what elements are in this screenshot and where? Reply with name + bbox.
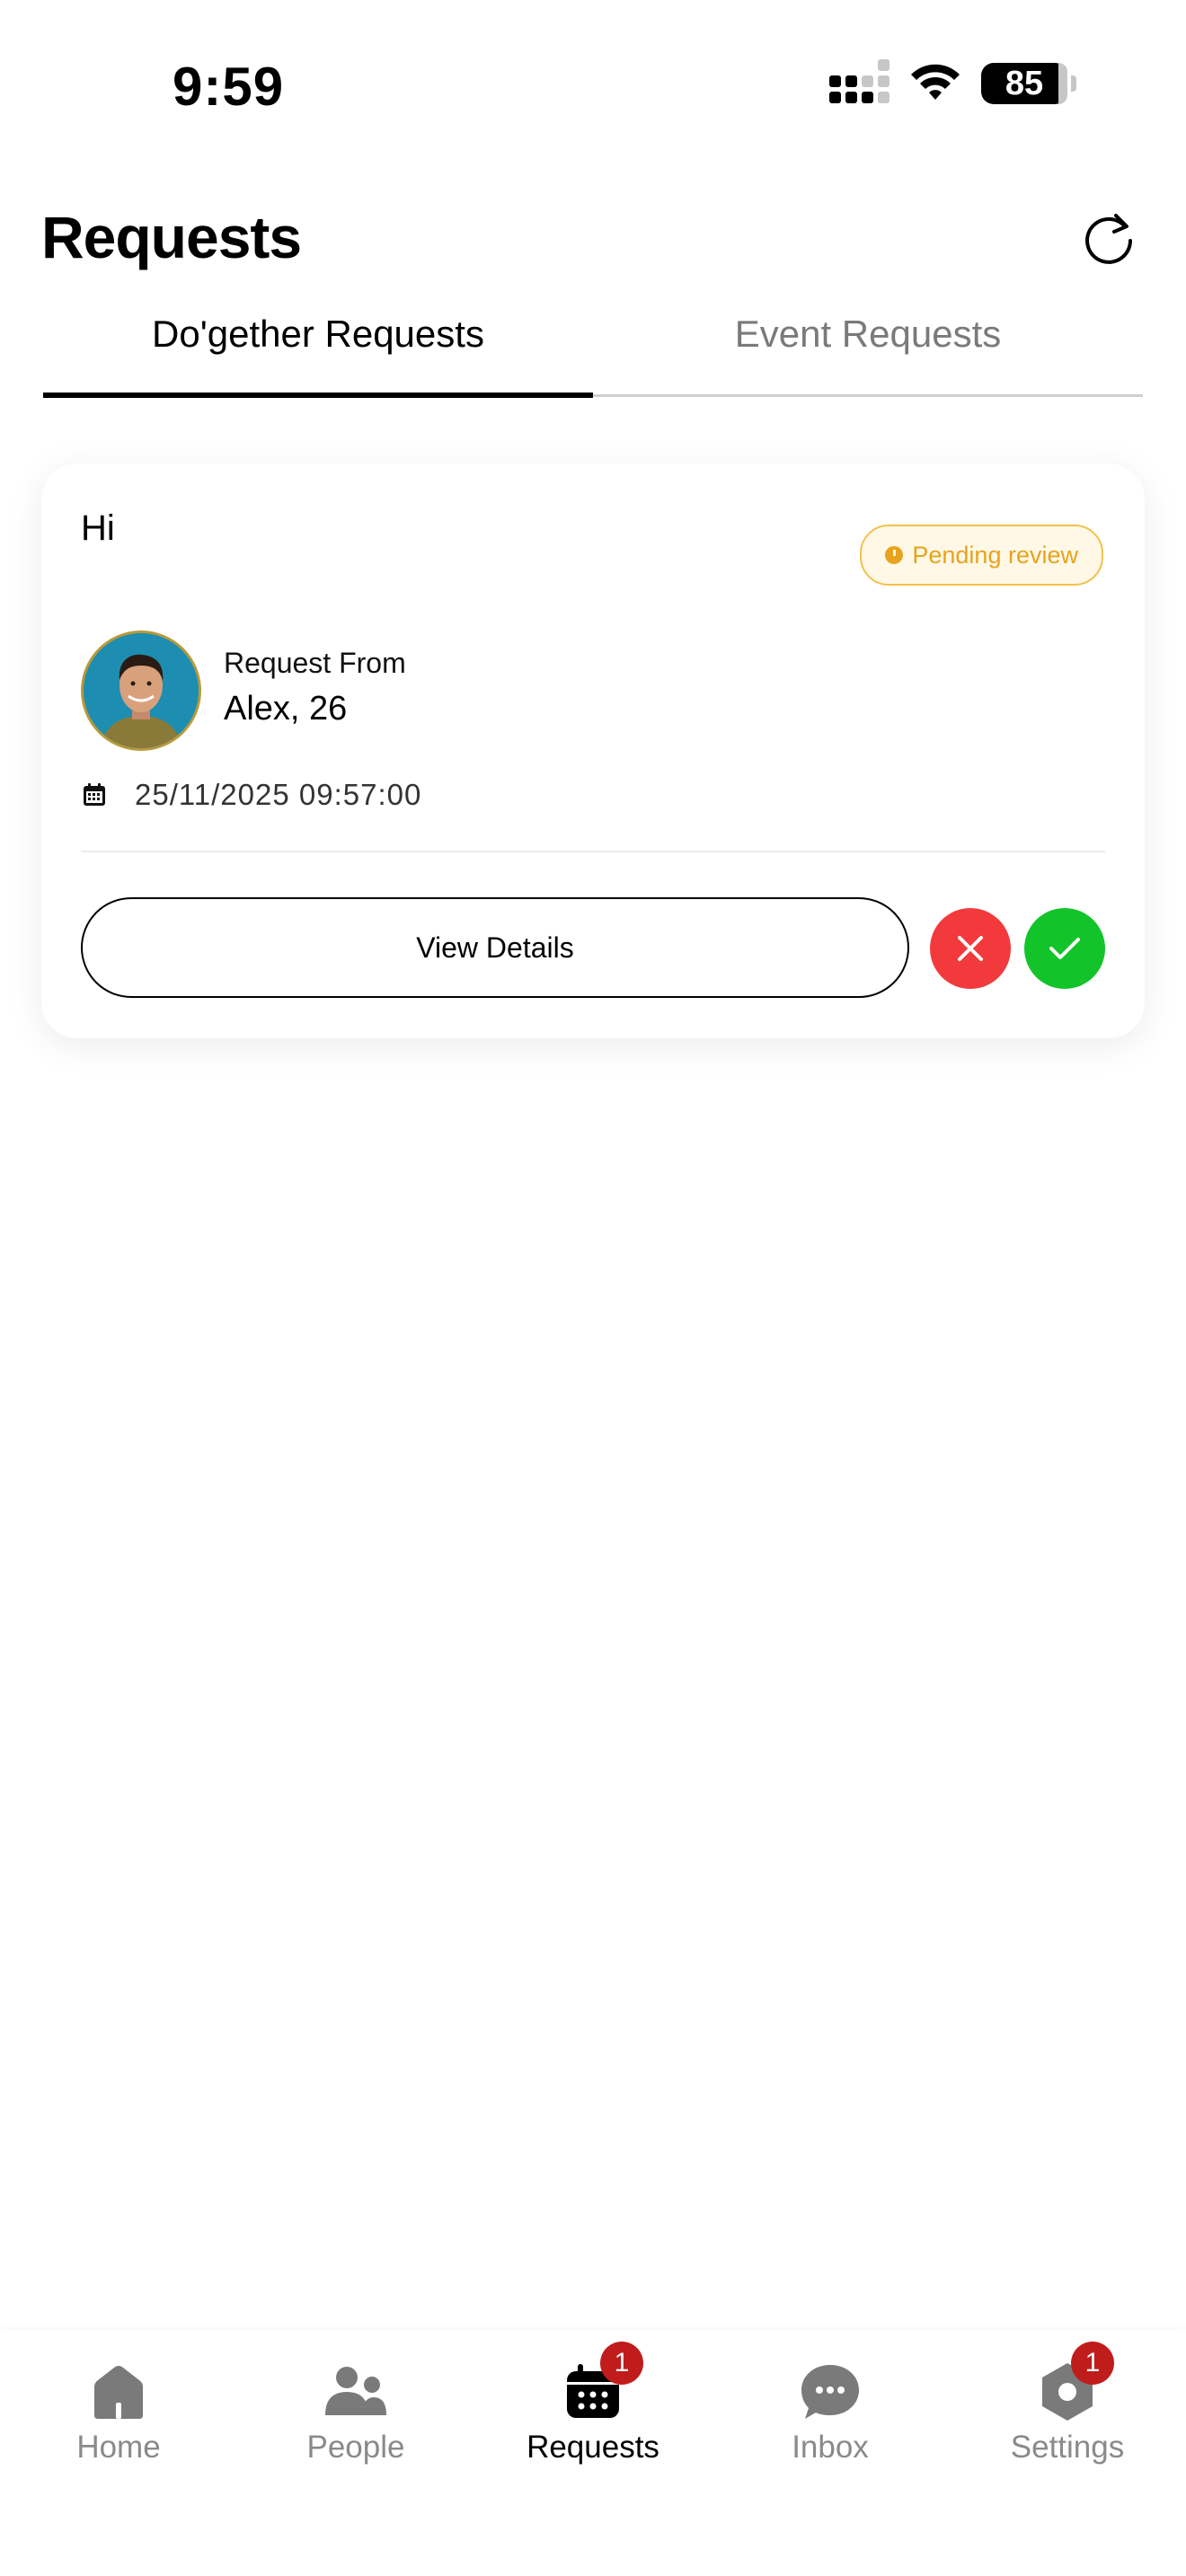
tab-dogether-requests[interactable]: Do'gether Requests [43, 296, 593, 398]
home-icon [78, 2358, 159, 2426]
nav-people[interactable]: People [237, 2331, 474, 2510]
bottom-navigation: Home People 1 Requests Inbox 1 Settings [0, 2331, 1186, 2576]
close-icon [958, 936, 983, 961]
battery-tip [1071, 75, 1076, 92]
nav-settings[interactable]: 1 Settings [949, 2331, 1186, 2510]
view-details-button[interactable]: View Details [81, 897, 909, 998]
page-title: Requests [41, 204, 302, 270]
requester-name: Alex, 26 [224, 690, 348, 728]
nav-requests[interactable]: 1 Requests [474, 2331, 712, 2510]
clock-icon [885, 546, 904, 564]
avatar[interactable] [81, 631, 201, 751]
refresh-icon [1085, 214, 1132, 264]
request-title: Hi [81, 508, 115, 548]
request-date-row: 25/11/2025 09:57:00 [81, 778, 421, 812]
reject-button[interactable] [930, 908, 1011, 989]
battery-icon: 85 [981, 63, 1067, 104]
nav-settings-label: Settings [1010, 2430, 1125, 2465]
requests-badge: 1 [600, 2342, 643, 2385]
request-from-label: Request From [224, 647, 406, 679]
calendar-icon [84, 783, 105, 806]
status-badge-label: Pending review [912, 541, 1078, 569]
request-datetime: 25/11/2025 09:57:00 [135, 778, 422, 811]
cellular-signal-icon [829, 59, 890, 103]
wifi-icon [911, 64, 960, 100]
nav-inbox-label: Inbox [792, 2430, 869, 2465]
status-time: 9:59 [173, 57, 285, 117]
nav-requests-label: Requests [527, 2430, 659, 2465]
tab-event-requests[interactable]: Event Requests [593, 296, 1143, 397]
status-icons: 85 [829, 59, 1076, 104]
divider [81, 851, 1105, 852]
accept-button[interactable] [1024, 908, 1105, 989]
nav-people-label: People [306, 2430, 405, 2465]
nav-home-label: Home [76, 2430, 161, 2465]
people-icon [315, 2358, 396, 2426]
request-card: Hi Pending review Request From Alex, 26 … [41, 463, 1145, 1038]
refresh-button[interactable] [1075, 203, 1143, 271]
request-tabs: Do'gether Requests Event Requests [43, 296, 1143, 398]
nav-inbox[interactable]: Inbox [712, 2331, 949, 2510]
nav-home[interactable]: Home [0, 2331, 237, 2510]
status-badge: Pending review [860, 525, 1103, 586]
chat-icon [790, 2358, 871, 2426]
settings-badge: 1 [1071, 2342, 1114, 2385]
check-icon [1049, 938, 1080, 959]
